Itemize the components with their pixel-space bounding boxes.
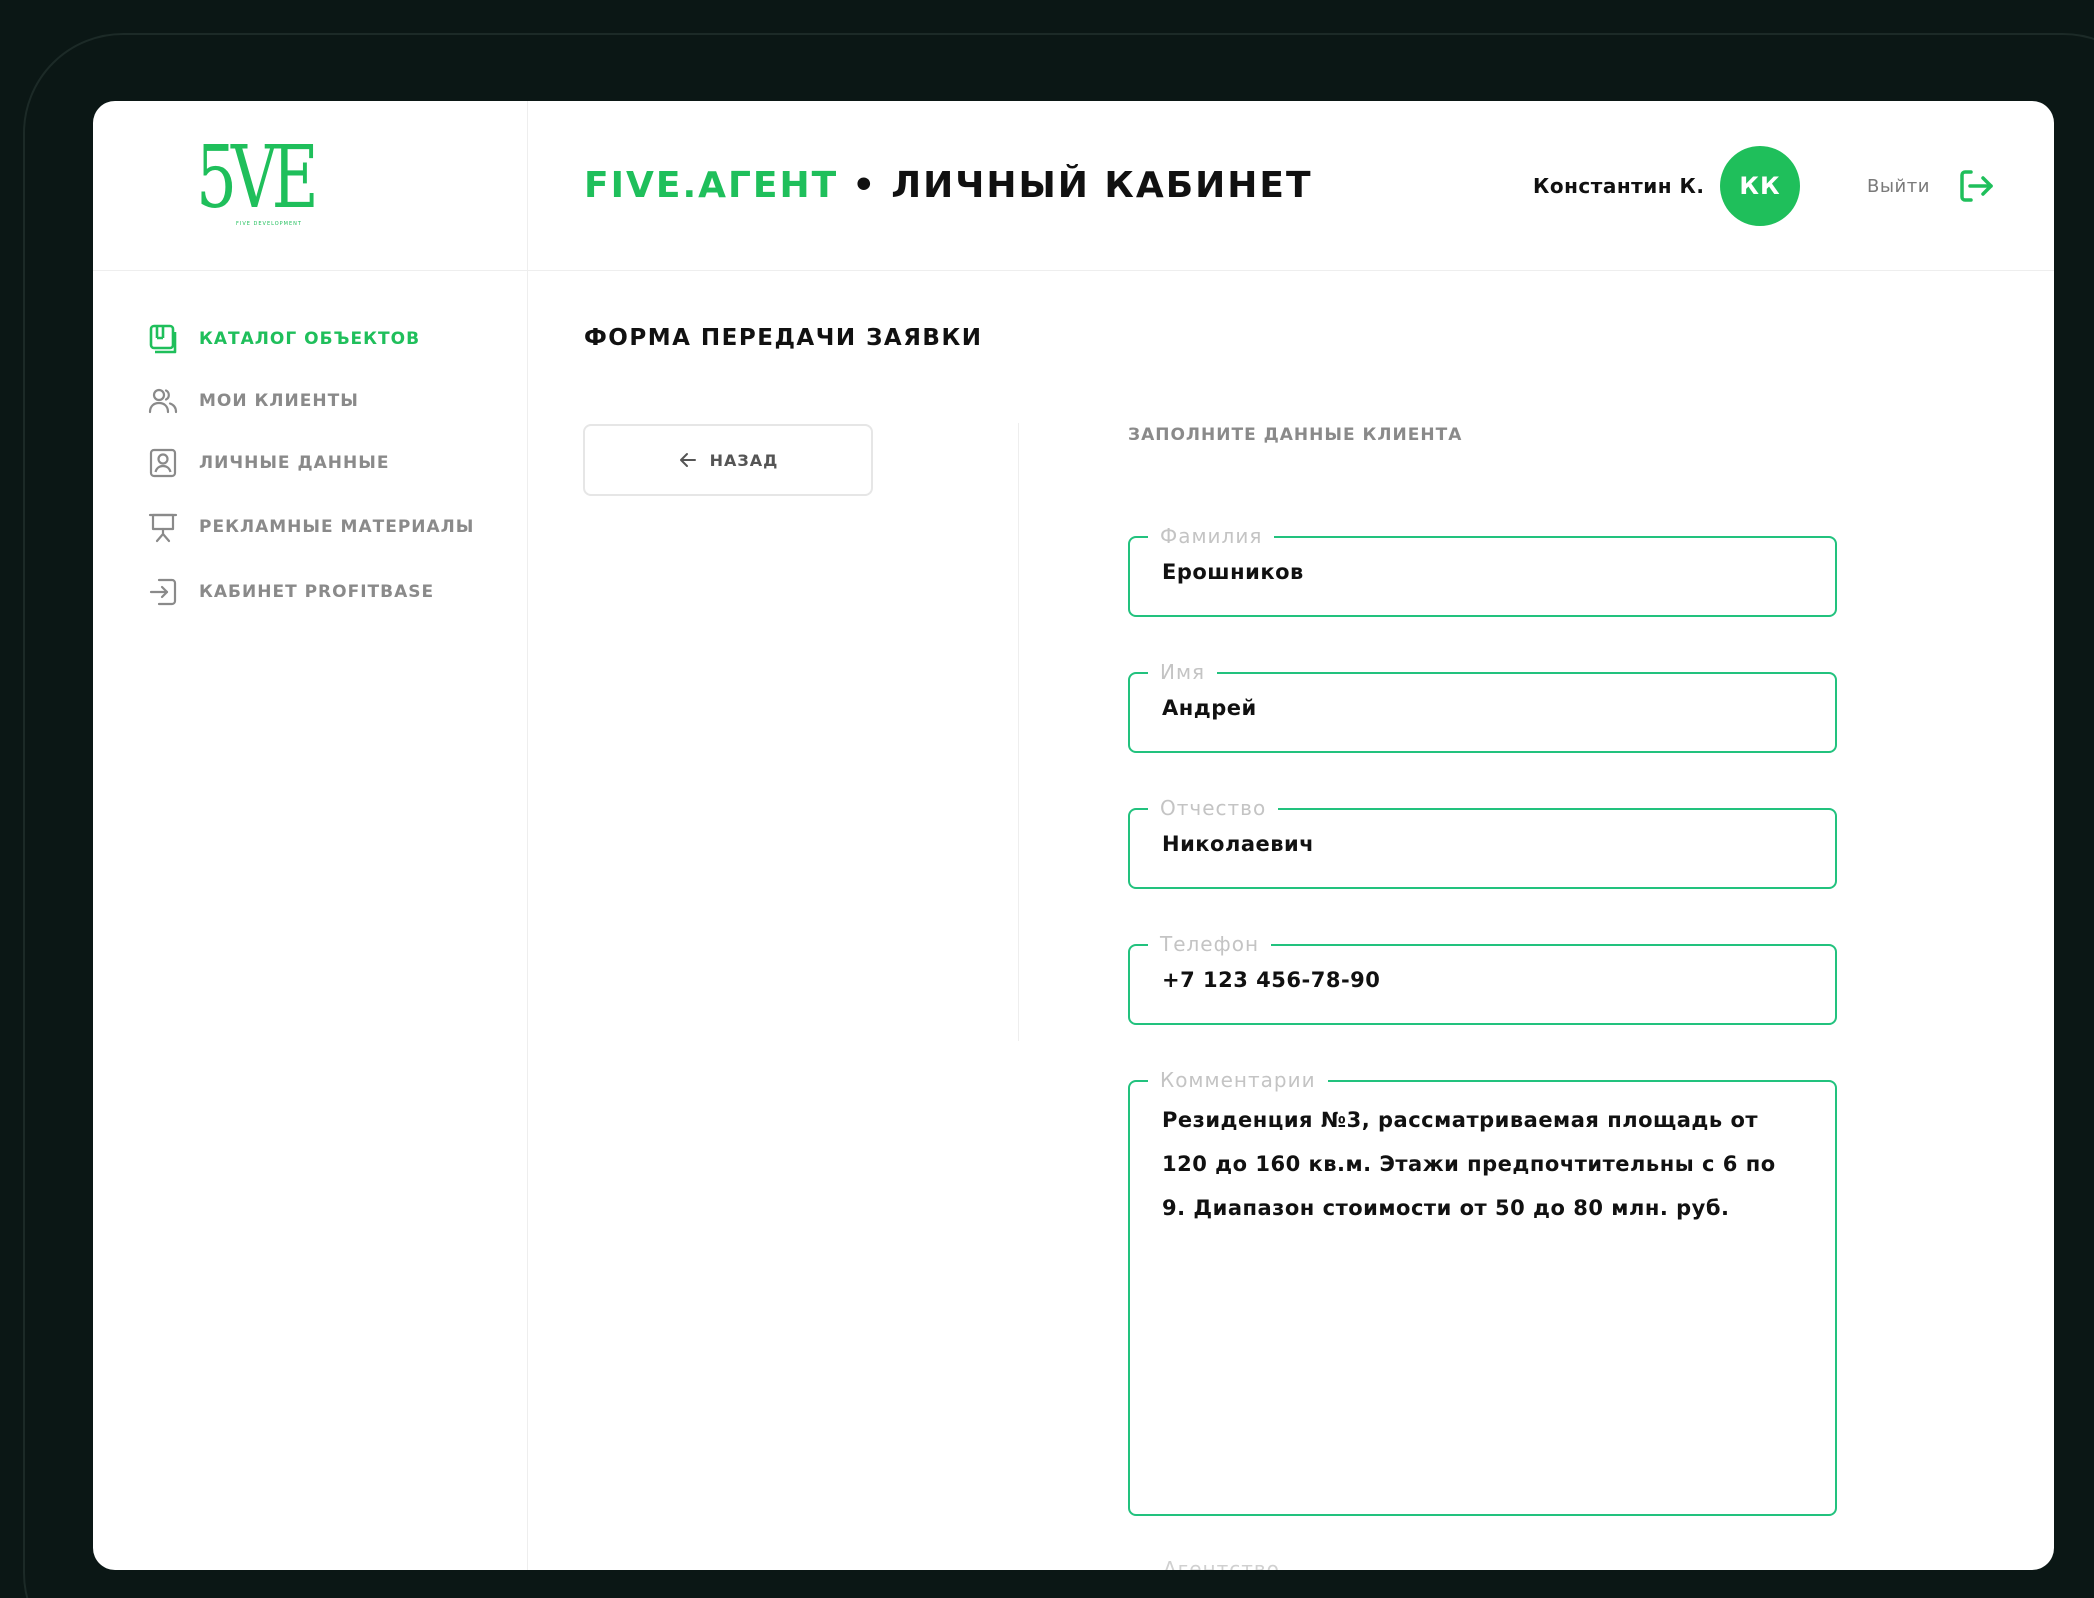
sidebar-item-label: РЕКЛАМНЫЕ МАТЕРИАЛЫ [199,517,475,537]
sidebar-item-catalog[interactable]: КАТАЛОГ ОБЪЕКТОВ [147,323,420,355]
sidebar-item-label: ЛИЧНЫЕ ДАННЫЕ [199,453,390,473]
logout-label: Выйти [1867,175,1930,197]
column-divider [1018,423,1019,1041]
logout-icon [1960,170,1993,202]
sidebar-item-ad-materials[interactable]: РЕКЛАМНЫЕ МАТЕРИАЛЫ [147,511,474,543]
profile-icon [149,448,177,478]
login-icon [149,578,177,606]
logo-subtitle: FIVE DEVELOPMENT [236,221,302,227]
sidebar-item-profitbase[interactable]: КАБИНЕТ PROFITBASE [147,576,434,608]
last-name-label: Фамилия [1148,522,1275,550]
phone-field[interactable]: Телефон +7 123 456-78-90 [1128,930,1837,1025]
logo[interactable]: 5VE FIVE DEVELOPMENT [196,128,319,231]
app-window: 5VE FIVE DEVELOPMENT FIVE.АГЕНТ • ЛИЧНЫЙ К… [93,101,2054,1570]
sidebar-item-label: КАТАЛОГ ОБЪЕКТОВ [199,329,421,349]
logo-mark: 5VE [196,128,319,228]
sidebar-item-personal-data[interactable]: ЛИЧНЫЕ ДАННЫЕ [147,447,389,479]
back-button-label: НАЗАД [709,450,779,470]
sidebar-item-clients[interactable]: МОИ КЛИЕНТЫ [147,385,359,417]
patronymic-field[interactable]: Отчество Николаевич [1128,794,1837,889]
presentation-icon [148,513,178,543]
phone-label: Телефон [1148,930,1272,958]
comment-value: Резиденция №3, рассматриваемая площадь о… [1162,1108,1776,1220]
page-title: ФОРМА ПЕРЕДАЧИ ЗАЯВКИ [584,325,983,351]
arrow-left-icon [679,453,696,467]
patronymic-label: Отчество [1148,794,1279,822]
last-name-field[interactable]: Фамилия Ерошников [1128,522,1837,617]
logout-button[interactable]: Выйти [1867,163,1996,209]
form-heading: ЗАПОЛНИТЕ ДАННЫЕ КЛИЕНТА [1128,425,1463,445]
app-title: FIVE.АГЕНТ • ЛИЧНЫЙ КАБИНЕТ [584,161,1313,211]
avatar[interactable]: КК [1720,146,1800,226]
sidebar: КАТАЛОГ ОБЪЕКТОВ МОИ КЛИЕНТЫ ЛИЧНЫЕ ДАНН… [93,271,528,1570]
brand-name: FIVE.АГЕНТ [584,165,839,206]
agency-field-label: Агентство [1163,1557,1280,1570]
sidebar-item-label: КАБИНЕТ PROFITBASE [199,582,435,602]
sidebar-item-label: МОИ КЛИЕНТЫ [199,391,359,411]
comment-label: Комментарии [1148,1066,1328,1094]
title-separator: • [852,165,878,206]
user-name: Константин К. [1533,174,1705,198]
phone-value: +7 123 456-78-90 [1162,968,1381,992]
first-name-field[interactable]: Имя Андрей [1128,658,1837,753]
first-name-value: Андрей [1162,696,1257,720]
last-name-value: Ерошников [1162,560,1304,584]
header: 5VE FIVE DEVELOPMENT FIVE.АГЕНТ • ЛИЧНЫЙ К… [93,101,2054,271]
users-icon [148,388,178,414]
comment-textarea[interactable]: Комментарии Резиденция №3, рассматриваем… [1128,1066,1837,1516]
logo-cell: 5VE FIVE DEVELOPMENT [93,101,528,271]
first-name-label: Имя [1148,658,1218,686]
section-title: ЛИЧНЫЙ КАБИНЕТ [891,165,1313,206]
catalog-icon [149,324,177,354]
back-button[interactable]: НАЗАД [583,424,873,496]
patronymic-value: Николаевич [1162,832,1315,856]
